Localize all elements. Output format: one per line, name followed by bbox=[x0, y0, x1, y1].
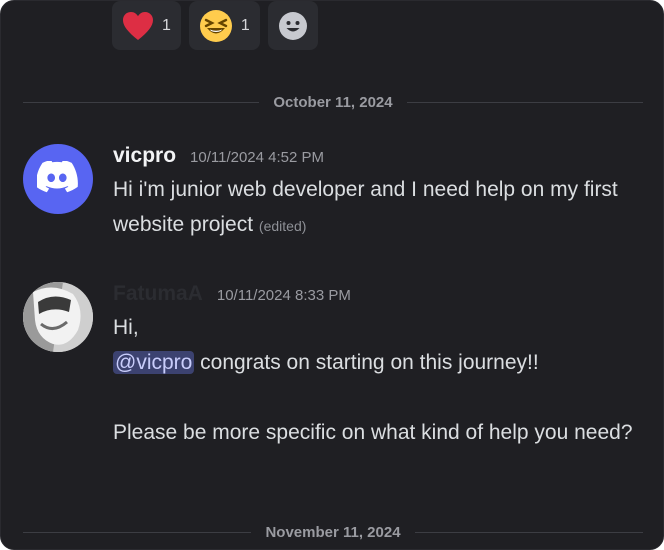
divider-line bbox=[406, 101, 643, 103]
reaction-heart[interactable]: 1 bbox=[112, 1, 181, 50]
message-line: @vicpro congrats on starting on this jou… bbox=[113, 345, 643, 380]
avatar[interactable] bbox=[23, 282, 93, 352]
discord-logo-icon bbox=[36, 159, 79, 198]
date-divider: November 11, 2024 bbox=[23, 522, 643, 542]
message-text: Hi, @vicpro congrats on starting on this… bbox=[113, 310, 643, 450]
heart-icon bbox=[122, 11, 154, 41]
timestamp: 10/11/2024 8:33 PM bbox=[216, 287, 351, 304]
avatar[interactable] bbox=[23, 144, 93, 214]
add-reaction-button[interactable] bbox=[267, 1, 318, 50]
divider-date: October 11, 2024 bbox=[273, 93, 393, 111]
message-content: FatumaA 10/11/2024 8:33 PM Hi, @vicpro c… bbox=[113, 282, 643, 450]
reaction-laughing[interactable]: 1 bbox=[188, 1, 260, 50]
user-photo-icon bbox=[23, 282, 93, 352]
message-content: vicpro 10/11/2024 4:52 PM Hi i'm junior … bbox=[113, 144, 643, 244]
edited-tag: (edited) bbox=[258, 218, 307, 234]
reaction-bar: 1 1 bbox=[112, 1, 318, 50]
message-text: Hi i'm junior web developer and I need h… bbox=[113, 172, 643, 244]
divider-line bbox=[414, 531, 643, 533]
message-body: Hi i'm junior web developer and I need h… bbox=[113, 178, 618, 236]
reaction-count: 1 bbox=[240, 16, 250, 34]
chat-window: 1 1 October 11, 2024 vicpro 10/11/2024 4… bbox=[0, 0, 664, 550]
divider-date: November 11, 2024 bbox=[265, 523, 401, 541]
message-line-text: congrats on starting on this journey!! bbox=[194, 351, 539, 374]
timestamp: 10/11/2024 4:52 PM bbox=[190, 149, 325, 166]
username[interactable]: vicpro bbox=[113, 144, 176, 168]
divider-line bbox=[23, 101, 260, 103]
message-header: FatumaA 10/11/2024 8:33 PM bbox=[113, 282, 643, 310]
laughing-face-icon bbox=[199, 9, 233, 43]
user-mention[interactable]: @vicpro bbox=[113, 351, 195, 374]
divider-line bbox=[23, 531, 252, 533]
date-divider: October 11, 2024 bbox=[23, 92, 643, 112]
reaction-count: 1 bbox=[162, 16, 171, 34]
smiley-add-icon bbox=[278, 11, 308, 41]
message-line: Please be more specific on what kind of … bbox=[113, 421, 633, 444]
username[interactable]: FatumaA bbox=[113, 282, 203, 306]
message-header: vicpro 10/11/2024 4:52 PM bbox=[113, 144, 643, 172]
message-line: Hi, bbox=[113, 316, 139, 339]
